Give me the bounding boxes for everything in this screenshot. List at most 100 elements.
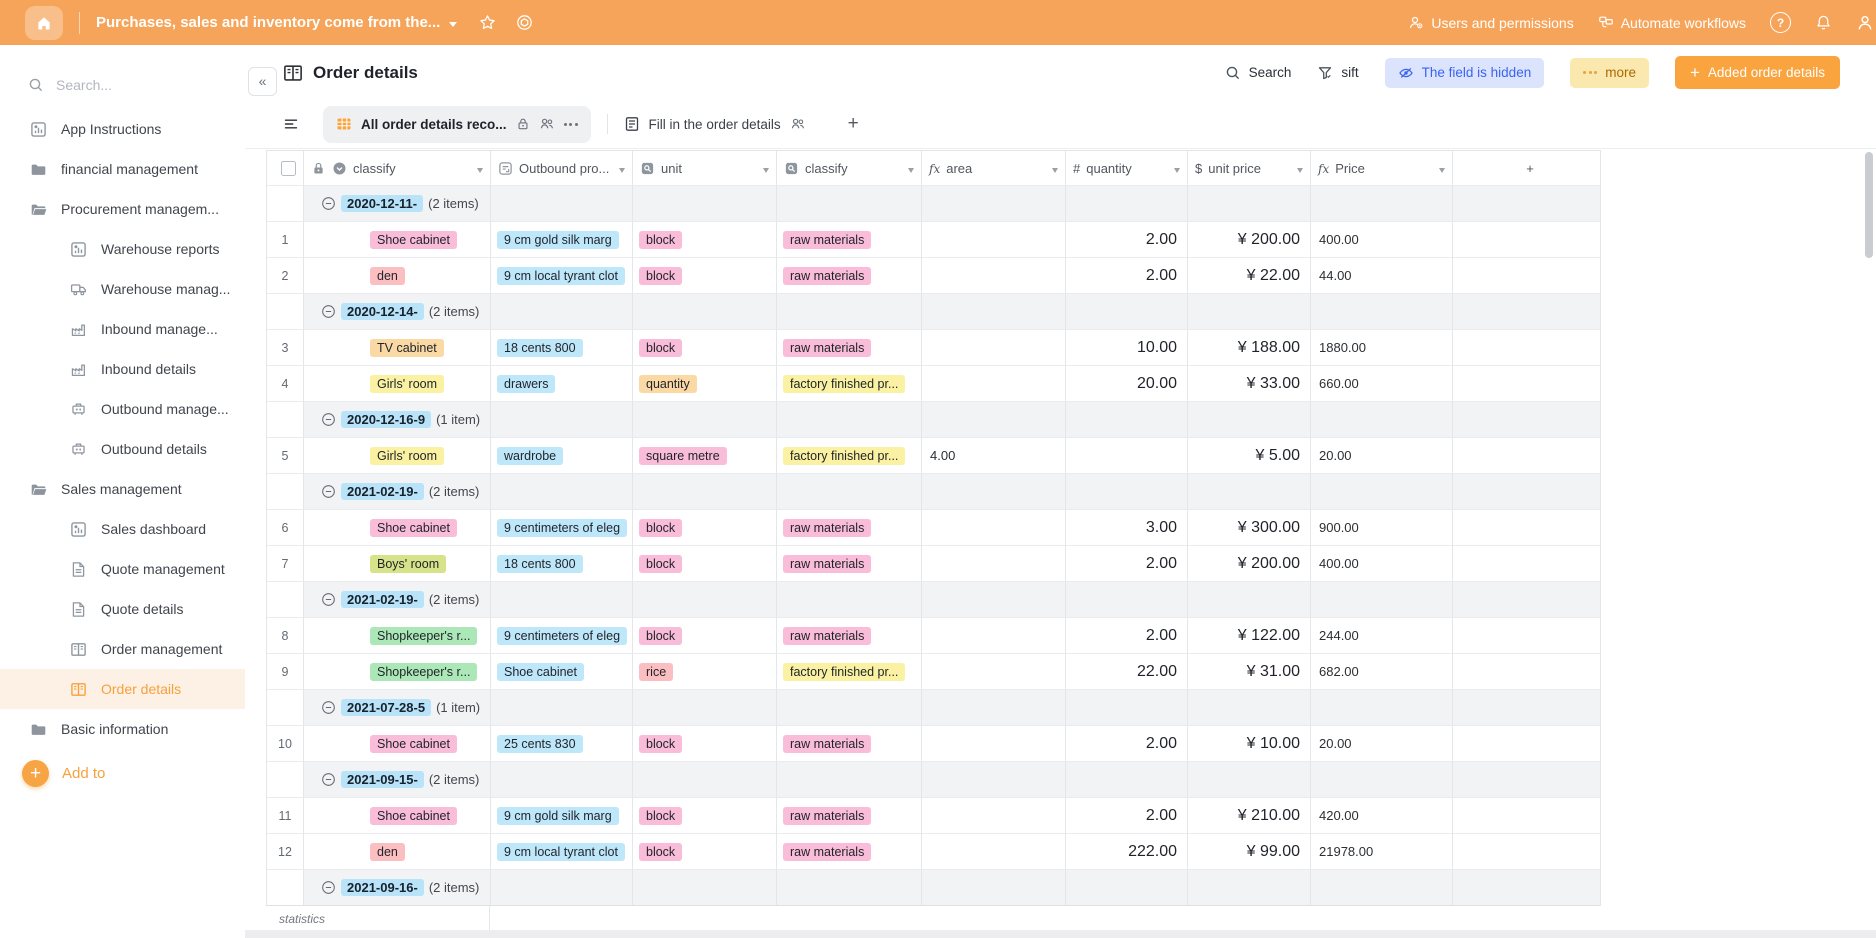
sidebar-item-order-details[interactable]: Order details bbox=[0, 669, 245, 709]
table-cell[interactable]: block bbox=[633, 330, 777, 366]
table-cell[interactable]: factory finished pr... bbox=[777, 654, 922, 690]
table-cell[interactable]: square metre bbox=[633, 438, 777, 474]
empty-cell[interactable] bbox=[1453, 510, 1601, 546]
group-header-row[interactable]: 2021-07-28-5(1 item) bbox=[267, 690, 1601, 726]
table-cell[interactable]: rice bbox=[633, 654, 777, 690]
table-cell[interactable]: block bbox=[633, 618, 777, 654]
column-header-unit[interactable]: unit bbox=[633, 151, 777, 186]
group-title-cell[interactable]: 2021-02-19-(2 items) bbox=[304, 474, 491, 510]
quantity-cell[interactable]: 2.00 bbox=[1066, 546, 1188, 582]
table-cell[interactable]: 9 cm gold silk marg bbox=[491, 798, 633, 834]
empty-cell[interactable] bbox=[1453, 654, 1601, 690]
price-cell[interactable]: 900.00 bbox=[1311, 510, 1453, 546]
app-title[interactable]: Purchases, sales and inventory come from… bbox=[96, 14, 440, 31]
sidebar-item-quote-details[interactable]: Quote details bbox=[0, 589, 245, 629]
table-cell[interactable]: block bbox=[633, 510, 777, 546]
chevron-down-icon[interactable] bbox=[908, 161, 914, 176]
area-cell[interactable] bbox=[922, 330, 1066, 366]
collapse-group-icon[interactable] bbox=[321, 412, 336, 427]
table-row[interactable]: 1Shoe cabinet9 cm gold silk margblockraw… bbox=[267, 222, 1601, 258]
price-cell[interactable]: 420.00 bbox=[1311, 798, 1453, 834]
table-cell[interactable]: drawers bbox=[491, 366, 633, 402]
group-header-row[interactable]: 2021-02-19-(2 items) bbox=[267, 474, 1601, 510]
table-row[interactable]: 7Boys' room18 cents 800blockraw material… bbox=[267, 546, 1601, 582]
row-number-cell[interactable]: 12 bbox=[267, 834, 304, 870]
area-cell[interactable] bbox=[922, 726, 1066, 762]
collapse-group-icon[interactable] bbox=[321, 880, 336, 895]
table-cell[interactable]: Shopkeeper's r... bbox=[304, 654, 491, 690]
sidebar-item-warehouse-manag[interactable]: Warehouse manag... bbox=[0, 269, 245, 309]
help-icon[interactable]: ? bbox=[1770, 12, 1791, 33]
table-cell[interactable]: raw materials bbox=[777, 546, 922, 582]
price-cell[interactable]: 660.00 bbox=[1311, 366, 1453, 402]
view-list-icon[interactable] bbox=[283, 116, 299, 132]
collapse-group-icon[interactable] bbox=[321, 700, 336, 715]
sidebar-item-app-instructions[interactable]: App Instructions bbox=[0, 109, 245, 149]
tab-more-icon[interactable] bbox=[564, 123, 578, 126]
table-cell[interactable]: 25 cents 830 bbox=[491, 726, 633, 762]
chevron-down-icon[interactable] bbox=[763, 161, 769, 176]
empty-cell[interactable] bbox=[1453, 222, 1601, 258]
table-cell[interactable]: 9 centimeters of eleg bbox=[491, 510, 633, 546]
sidebar-item-order-management[interactable]: Order management bbox=[0, 629, 245, 669]
table-cell[interactable]: raw materials bbox=[777, 222, 922, 258]
group-title-cell[interactable]: 2021-07-28-5(1 item) bbox=[304, 690, 491, 726]
notifications-bell-icon[interactable] bbox=[1815, 14, 1832, 31]
sidebar-item-sales-dashboard[interactable]: Sales dashboard bbox=[0, 509, 245, 549]
row-number-cell[interactable]: 6 bbox=[267, 510, 304, 546]
empty-cell[interactable] bbox=[1453, 366, 1601, 402]
table-cell[interactable]: Shoe cabinet bbox=[304, 798, 491, 834]
filter-sift-button[interactable]: sift bbox=[1317, 65, 1358, 81]
sidebar-item-warehouse-reports[interactable]: Warehouse reports bbox=[0, 229, 245, 269]
area-cell[interactable] bbox=[922, 366, 1066, 402]
group-header-row[interactable]: 2021-09-16-(2 items) bbox=[267, 870, 1601, 906]
table-cell[interactable]: Shoe cabinet bbox=[491, 654, 633, 690]
price-cell[interactable]: 400.00 bbox=[1311, 546, 1453, 582]
row-number-cell[interactable]: 4 bbox=[267, 366, 304, 402]
price-cell[interactable]: 20.00 bbox=[1311, 438, 1453, 474]
price-cell[interactable]: 20.00 bbox=[1311, 726, 1453, 762]
statistics-cell[interactable]: statistics bbox=[266, 906, 490, 932]
unit-price-cell[interactable]: ¥ 10.00 bbox=[1188, 726, 1311, 762]
empty-cell[interactable] bbox=[1453, 546, 1601, 582]
table-cell[interactable]: 18 cents 800 bbox=[491, 330, 633, 366]
table-cell[interactable]: 9 centimeters of eleg bbox=[491, 618, 633, 654]
automate-workflows-button[interactable]: Automate workflows bbox=[1598, 15, 1746, 31]
quantity-cell[interactable]: 2.00 bbox=[1066, 798, 1188, 834]
quantity-cell[interactable]: 3.00 bbox=[1066, 510, 1188, 546]
empty-cell[interactable] bbox=[1453, 834, 1601, 870]
table-row[interactable]: 2den9 cm local tyrant clotblockraw mater… bbox=[267, 258, 1601, 294]
collapse-group-icon[interactable] bbox=[321, 772, 336, 787]
horizontal-scrollbar-track[interactable] bbox=[245, 930, 1876, 938]
table-cell[interactable]: 18 cents 800 bbox=[491, 546, 633, 582]
column-header-quantity[interactable]: quantity bbox=[1066, 151, 1188, 186]
row-number-cell[interactable]: 1 bbox=[267, 222, 304, 258]
area-cell[interactable] bbox=[922, 546, 1066, 582]
table-row[interactable]: 6Shoe cabinet9 centimeters of elegblockr… bbox=[267, 510, 1601, 546]
star-icon[interactable] bbox=[479, 14, 496, 31]
table-row[interactable]: 3TV cabinet18 cents 800blockraw material… bbox=[267, 330, 1601, 366]
table-cell[interactable]: TV cabinet bbox=[304, 330, 491, 366]
table-cell[interactable]: block bbox=[633, 798, 777, 834]
table-cell[interactable]: block bbox=[633, 834, 777, 870]
add-to-button[interactable]: + Add to bbox=[22, 760, 105, 787]
unit-price-cell[interactable]: ¥ 300.00 bbox=[1188, 510, 1311, 546]
table-cell[interactable]: Girls' room bbox=[304, 366, 491, 402]
quantity-cell[interactable]: 2.00 bbox=[1066, 726, 1188, 762]
price-cell[interactable]: 44.00 bbox=[1311, 258, 1453, 294]
area-cell[interactable] bbox=[922, 222, 1066, 258]
chevron-down-icon[interactable] bbox=[619, 161, 625, 176]
table-cell[interactable]: block bbox=[633, 222, 777, 258]
unit-price-cell[interactable]: ¥ 122.00 bbox=[1188, 618, 1311, 654]
group-title-cell[interactable]: 2021-09-16-(2 items) bbox=[304, 870, 491, 906]
price-cell[interactable]: 1880.00 bbox=[1311, 330, 1453, 366]
area-cell[interactable] bbox=[922, 510, 1066, 546]
group-title-cell[interactable]: 2021-09-15-(2 items) bbox=[304, 762, 491, 798]
quantity-cell[interactable]: 10.00 bbox=[1066, 330, 1188, 366]
group-title-cell[interactable]: 2021-02-19-(2 items) bbox=[304, 582, 491, 618]
empty-cell[interactable] bbox=[1453, 258, 1601, 294]
chevron-down-icon[interactable] bbox=[1439, 161, 1445, 176]
row-number-cell[interactable]: 10 bbox=[267, 726, 304, 762]
unit-price-cell[interactable]: ¥ 200.00 bbox=[1188, 222, 1311, 258]
quantity-cell[interactable] bbox=[1066, 438, 1188, 474]
